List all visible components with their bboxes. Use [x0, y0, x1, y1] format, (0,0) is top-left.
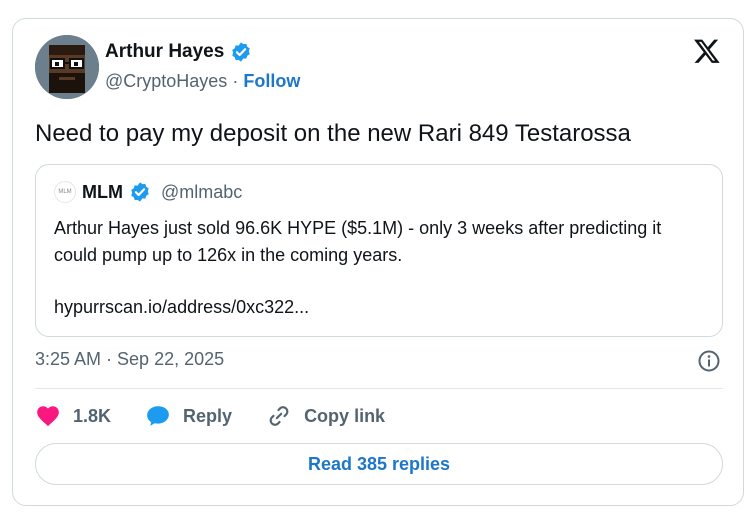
x-logo-icon[interactable]: [693, 37, 721, 65]
verified-badge-icon: [232, 42, 251, 62]
info-icon[interactable]: [697, 349, 721, 373]
quoted-author-avatar[interactable]: MLM: [54, 181, 76, 203]
copy-link-button[interactable]: Copy link: [266, 403, 385, 429]
pixel-avatar-icon: [35, 35, 99, 99]
author-name[interactable]: Arthur Hayes: [105, 41, 224, 63]
verified-badge-icon: [131, 182, 149, 202]
author-name-row: Arthur Hayes: [105, 41, 252, 63]
divider: [35, 388, 723, 389]
link-icon: [269, 406, 289, 426]
quoted-author-handle[interactable]: @mlmabc: [161, 182, 242, 203]
copy-link-label: Copy link: [304, 405, 386, 426]
author-avatar[interactable]: [35, 35, 99, 99]
read-replies-button[interactable]: Read 385 replies: [35, 443, 723, 485]
action-bar: 1.8K Reply Copy link: [35, 403, 419, 429]
quoted-tweet-text: Arthur Hayes just sold 96.6K HYPE ($5.1M…: [54, 218, 662, 265]
tweet-text: Need to pay my deposit on the new Rari 8…: [35, 120, 631, 147]
separator-dot: ·: [232, 71, 239, 91]
reply-button[interactable]: Reply: [145, 403, 232, 429]
like-button[interactable]: 1.8K: [35, 403, 111, 429]
heart-icon: [37, 406, 59, 427]
tweet-timestamp[interactable]: 3:25 AM · Sep 22, 2025: [35, 349, 224, 370]
quoted-author-name[interactable]: MLM: [82, 182, 123, 203]
tweet-card: Arthur Hayes @CryptoHayes · Follow Need …: [12, 18, 744, 506]
speech-bubble-icon: [147, 406, 169, 426]
like-count: 1.8K: [73, 405, 112, 426]
author-handle-row: @CryptoHayes · Follow: [105, 71, 300, 92]
follow-button[interactable]: Follow: [243, 71, 300, 91]
quoted-tweet-header: MLM MLM @mlmabc: [54, 181, 242, 203]
author-handle[interactable]: @CryptoHayes: [105, 71, 227, 91]
quoted-tweet-link[interactable]: hypurrscan.io/address/0xc322...: [54, 297, 309, 318]
quoted-tweet[interactable]: MLM MLM @mlmabc Arthur Hayes just sold 9…: [35, 164, 723, 337]
reply-label: Reply: [183, 405, 233, 426]
